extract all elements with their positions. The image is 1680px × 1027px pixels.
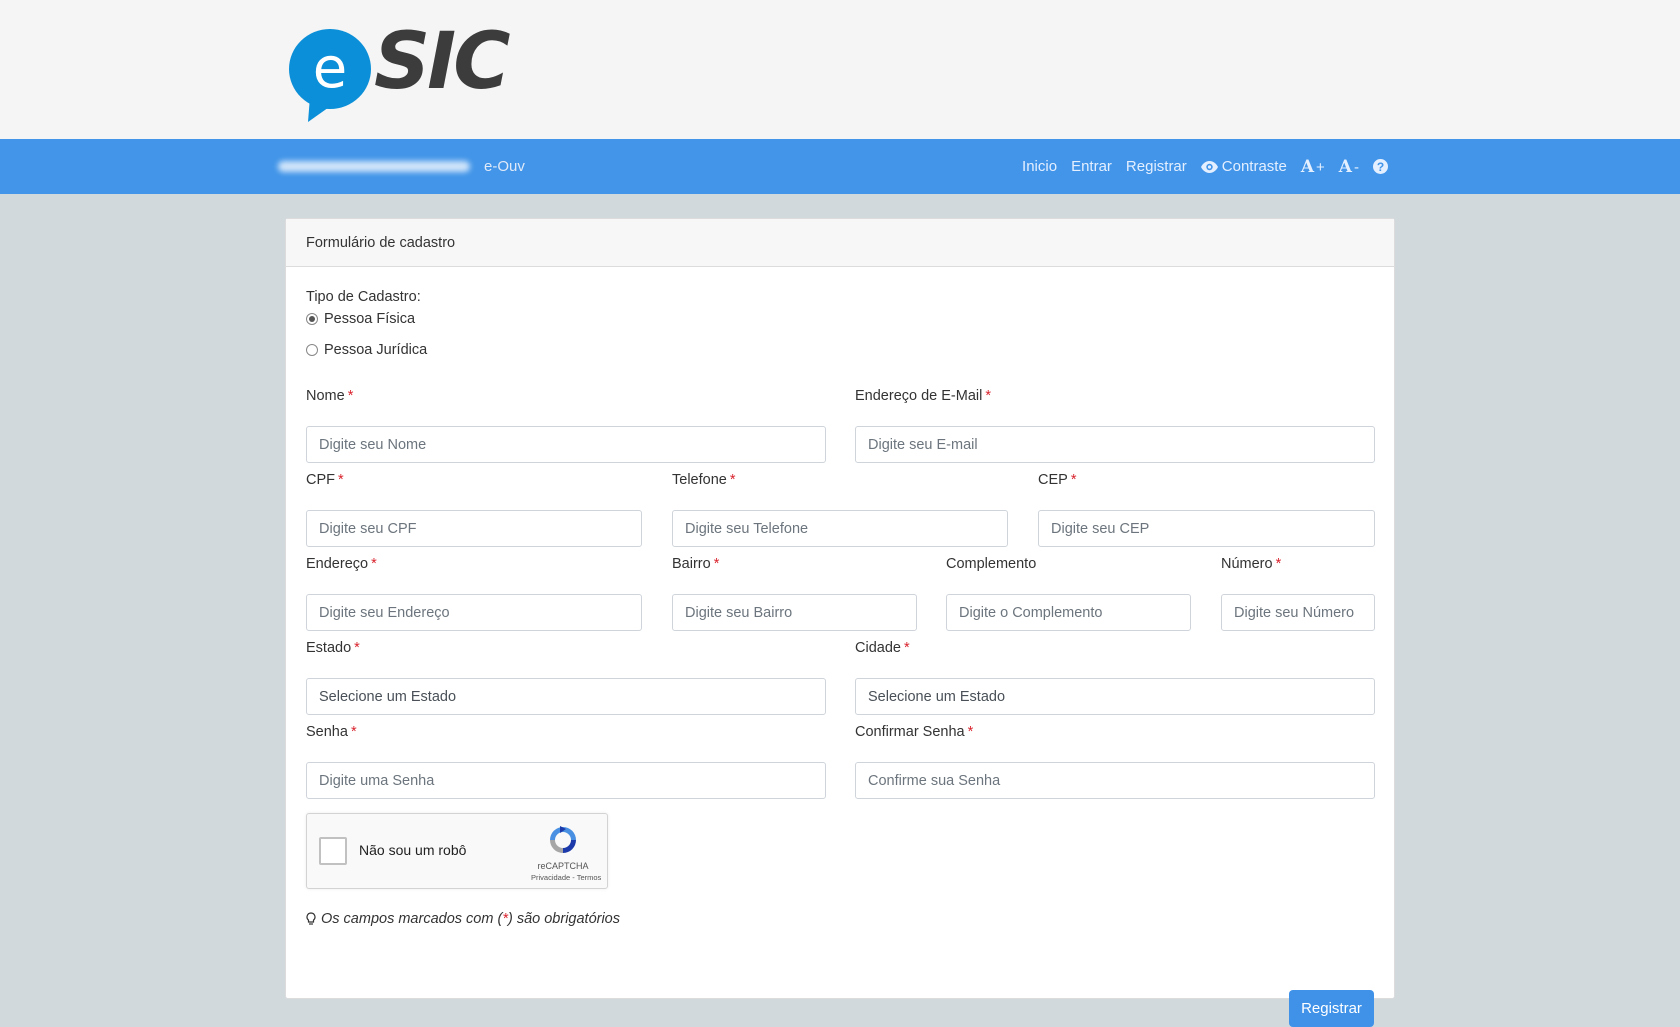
radio-pessoa-juridica-label: Pessoa Jurídica (324, 342, 428, 358)
font-increase-button[interactable]: A + (1301, 157, 1325, 177)
logo-letter: e (313, 36, 347, 101)
field-cpf: CPF * Digite seu CPF (306, 472, 642, 547)
recaptcha-label: Não sou um robô (359, 842, 467, 858)
label-senha: Senha * (306, 724, 357, 740)
blurred-brand-text (278, 161, 470, 172)
numero-input[interactable]: Digite seu Número (1221, 594, 1375, 631)
field-numero: Número * Digite seu Número (1221, 556, 1375, 631)
font-decrease-sign: - (1354, 158, 1359, 176)
card-title: Formulário de cadastro (286, 219, 1394, 267)
recaptcha-brand: reCAPTCHA (537, 861, 589, 871)
label-email: Endereço de E-Mail * (855, 388, 991, 404)
cpf-input[interactable]: Digite seu CPF (306, 510, 642, 547)
label-cpf: CPF * (306, 472, 344, 488)
recaptcha-links[interactable]: Privacidade - Termos (531, 873, 601, 882)
label-cidade: Cidade * (855, 640, 910, 656)
eye-icon (1200, 160, 1218, 173)
cep-input[interactable]: Digite seu CEP (1038, 510, 1375, 547)
radio-pessoa-fisica-label: Pessoa Física (324, 311, 416, 327)
confirmar-senha-input[interactable]: Confirme sua Senha (855, 762, 1375, 799)
cidade-select[interactable]: Selecione um Estado (855, 678, 1375, 715)
label-numero: Número * (1221, 556, 1282, 572)
label-cep: CEP * (1038, 472, 1077, 488)
speech-bubble-icon: e (288, 27, 372, 122)
registration-card: Formulário de cadastro Tipo de Cadastro:… (285, 218, 1395, 1027)
navbar: e-Ouv Inicio Entrar Registrar Contraste … (0, 139, 1680, 194)
recaptcha-icon (550, 826, 576, 853)
nav-link-registrar[interactable]: Registrar (1126, 158, 1187, 175)
tipo-cadastro-label: Tipo de Cadastro: (306, 289, 421, 305)
font-decrease-letter: A (1338, 156, 1352, 177)
field-estado: Estado * Selecione um Estado (306, 640, 826, 715)
lightbulb-icon (306, 912, 316, 925)
recaptcha-logo: reCAPTCHA Privacidade - Termos (531, 824, 601, 882)
nav-link-inicio[interactable]: Inicio (1022, 158, 1057, 175)
complemento-input[interactable]: Digite o Complemento (946, 594, 1191, 631)
nome-input[interactable]: Digite seu Nome (306, 426, 826, 463)
contrast-toggle[interactable]: Contraste (1200, 158, 1287, 175)
field-endereco: Endereço * Digite seu Endereço (306, 556, 642, 631)
required-note: Os campos marcados com (*) são obrigatór… (306, 911, 620, 927)
field-nome: Nome * Digite seu Nome (306, 388, 826, 463)
label-complemento: Complemento (946, 556, 1037, 572)
field-confirmar-senha: Confirmar Senha * Confirme sua Senha (855, 724, 1375, 799)
recaptcha-checkbox[interactable] (319, 837, 347, 865)
endereco-input[interactable]: Digite seu Endereço (306, 594, 642, 631)
recaptcha-widget: Não sou um robô reCAPTCHA Privacidade - … (306, 813, 608, 889)
field-senha: Senha * Digite uma Senha (306, 724, 826, 799)
nav-link-entrar[interactable]: Entrar (1071, 158, 1112, 175)
senha-input[interactable]: Digite uma Senha (306, 762, 826, 799)
field-bairro: Bairro * Digite seu Bairro (672, 556, 917, 631)
label-confirmar-senha: Confirmar Senha * (855, 724, 974, 740)
nav-links: Inicio Entrar Registrar Contraste A + A- … (1022, 139, 1388, 194)
font-increase-sign: + (1316, 158, 1325, 176)
label-estado: Estado * (306, 640, 360, 656)
field-email: Endereço de E-Mail * Digite seu E-mail (855, 388, 1375, 463)
logo-text: SIC (374, 17, 510, 107)
field-telefone: Telefone * Digite seu Telefone (672, 472, 1008, 547)
field-cep: CEP * Digite seu CEP (1038, 472, 1375, 547)
font-decrease-button[interactable]: A- (1339, 157, 1359, 177)
field-complemento: Complemento Digite o Complemento (946, 556, 1191, 631)
help-icon[interactable]: ? (1373, 159, 1388, 174)
contrast-label: Contraste (1221, 158, 1287, 175)
site-header: e SIC (0, 0, 1680, 139)
radio-unchecked-icon (306, 344, 318, 356)
bairro-input[interactable]: Digite seu Bairro (672, 594, 917, 631)
field-cidade: Cidade * Selecione um Estado (855, 640, 1375, 715)
email-input[interactable]: Digite seu E-mail (855, 426, 1375, 463)
label-telefone: Telefone * (672, 472, 736, 488)
font-increase-letter: A (1300, 156, 1315, 177)
radio-pessoa-fisica[interactable]: Pessoa Física (306, 311, 415, 327)
label-bairro: Bairro * (672, 556, 720, 572)
label-endereco: Endereço * (306, 556, 377, 572)
radio-pessoa-juridica[interactable]: Pessoa Jurídica (306, 342, 427, 358)
nav-brand-eouv[interactable]: e-Ouv (484, 158, 525, 175)
label-nome: Nome * (306, 388, 354, 404)
radio-checked-icon (306, 313, 318, 325)
estado-select[interactable]: Selecione um Estado (306, 678, 826, 715)
registrar-button[interactable]: Registrar (1289, 990, 1374, 1027)
telefone-input[interactable]: Digite seu Telefone (672, 510, 1008, 547)
esic-logo[interactable]: e SIC (288, 23, 510, 122)
